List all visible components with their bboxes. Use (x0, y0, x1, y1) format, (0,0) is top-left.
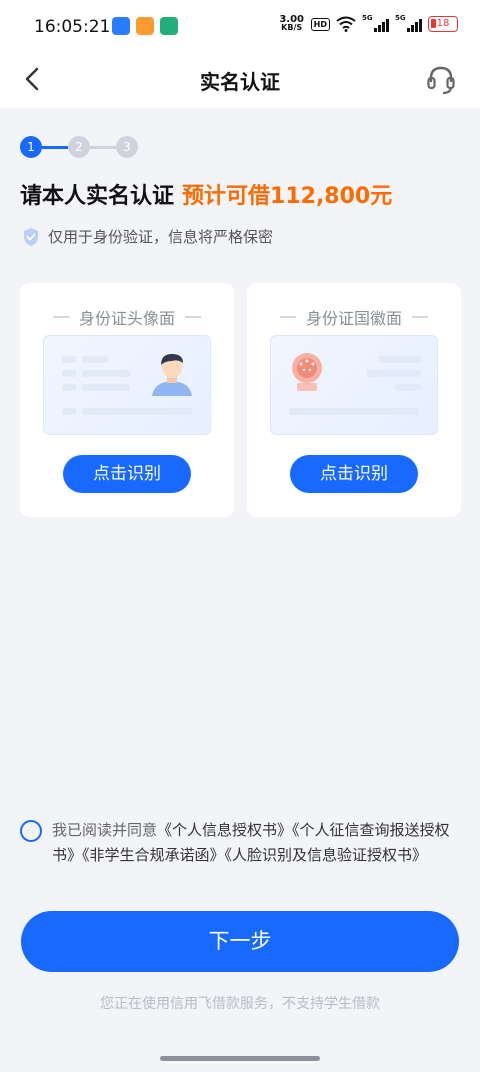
next-button[interactable]: 下一步 (21, 911, 459, 972)
agreement-text: 我已阅读并同意《个人信息授权书》《个人征信查询报送授权书》《非学生合规承诺函》《… (52, 818, 460, 868)
step-connector (42, 145, 68, 149)
headset-icon[interactable] (424, 63, 458, 97)
person-avatar-icon (152, 354, 192, 396)
network-type-label: 5G (395, 14, 406, 22)
id-front-title: 身份证头像面 (20, 305, 234, 329)
shield-check-icon (24, 227, 38, 246)
nav-bar: 实名认证 (0, 52, 480, 108)
id-front-illustration (43, 335, 211, 435)
wifi-icon (336, 16, 356, 32)
home-indicator[interactable] (160, 1056, 320, 1061)
step-connector (90, 145, 116, 149)
headline: 请本人实名认证 预计可借112,800元 (20, 178, 392, 210)
privacy-notice: 仅用于身份验证，信息将严格保密 (22, 226, 273, 247)
agreement-prefix: 我已阅读并同意 (52, 821, 158, 839)
headline-main: 请本人实名认证 (20, 184, 175, 209)
app-notification-icon (136, 17, 154, 35)
agree-radio[interactable] (20, 820, 42, 842)
battery-icon: 18 (428, 16, 458, 32)
id-back-illustration (270, 335, 438, 435)
hd-voice-icon: HD (310, 17, 330, 31)
scan-back-button[interactable]: 点击识别 (290, 455, 418, 493)
app-notification-icon (112, 17, 130, 35)
step-2: 2 (68, 136, 90, 158)
id-back-title: 身份证国徽面 (247, 305, 461, 329)
id-back-card[interactable]: 身份证国徽面 点击识别 (247, 283, 461, 517)
network-speed-unit: KB/S (281, 23, 303, 32)
scan-front-button[interactable]: 点击识别 (63, 455, 191, 493)
network-speed: 3.00 KB/S (279, 15, 305, 32)
network-type-label: 5G (362, 14, 373, 22)
national-emblem-icon (292, 353, 322, 391)
page-title: 实名认证 (200, 70, 280, 94)
status-bar: 16:05:21 3.00 KB/S HD 5G 5G 18 (0, 0, 480, 52)
agreement: 我已阅读并同意《个人信息授权书》《个人征信查询报送授权书》《非学生合规承诺函》《… (20, 818, 460, 868)
privacy-notice-text: 仅用于身份验证，信息将严格保密 (48, 228, 274, 246)
status-indicators: 3.00 KB/S HD 5G 5G 18 (279, 14, 458, 32)
status-time: 16:05:21 (34, 17, 111, 37)
id-front-card[interactable]: 身份证头像面 点击识别 (20, 283, 234, 517)
signal-icon: 5G (362, 14, 389, 32)
agreement-link-non-student[interactable]: 《非学生合规承诺函》 (82, 846, 225, 864)
loan-estimate: 预计可借112,800元 (182, 184, 393, 209)
agreement-link-face-verify[interactable]: 《人脸识别及信息验证授权书》 (225, 846, 428, 864)
step-indicator: 1 2 3 (20, 136, 138, 158)
step-3: 3 (116, 136, 138, 158)
agreement-link-personal-info[interactable]: 《个人信息授权书》 (157, 821, 292, 839)
footer-note: 您正在使用信用飞借款服务，不支持学生借款 (100, 996, 380, 1012)
app-notification-icon (160, 17, 178, 35)
id-front-title-text: 身份证头像面 (78, 309, 175, 328)
id-back-title-text: 身份证国徽面 (305, 309, 402, 328)
signal-icon: 5G (395, 14, 422, 32)
notification-app-icons (112, 17, 178, 35)
step-1: 1 (20, 136, 42, 158)
